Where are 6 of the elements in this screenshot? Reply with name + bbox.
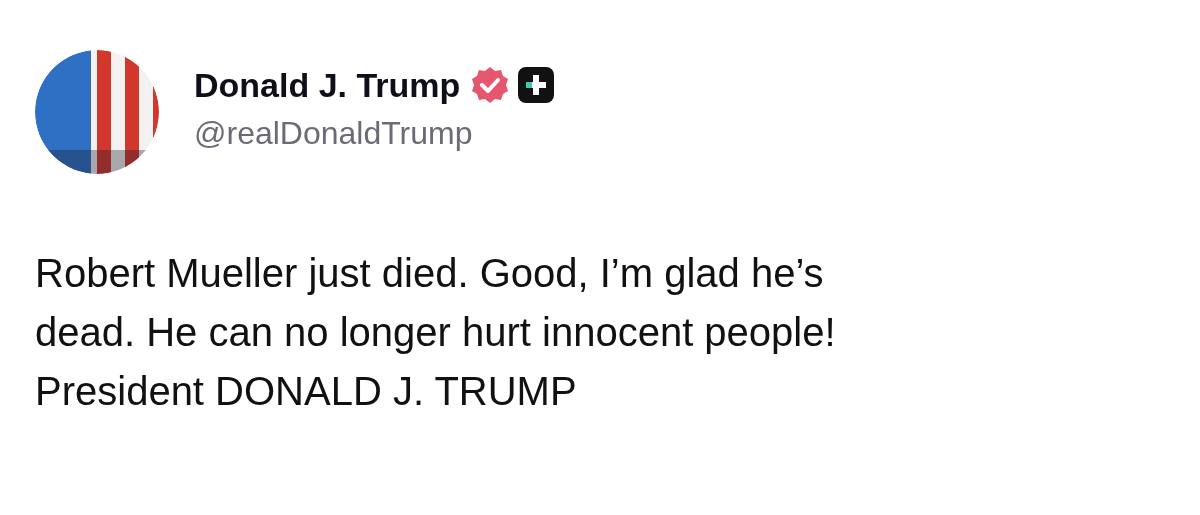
post-text: Robert Mueller just died. Good, I’m glad he’s [35, 250, 825, 297]
post-text: President DONALD J. TRUMP [35, 368, 578, 415]
post-text: dead. He can no longer hurt innocent people! [35, 309, 837, 356]
display-name: Donald J. Trump [194, 68, 461, 102]
plus-icon [518, 67, 555, 103]
username: @realDonaldTrump [194, 117, 474, 149]
